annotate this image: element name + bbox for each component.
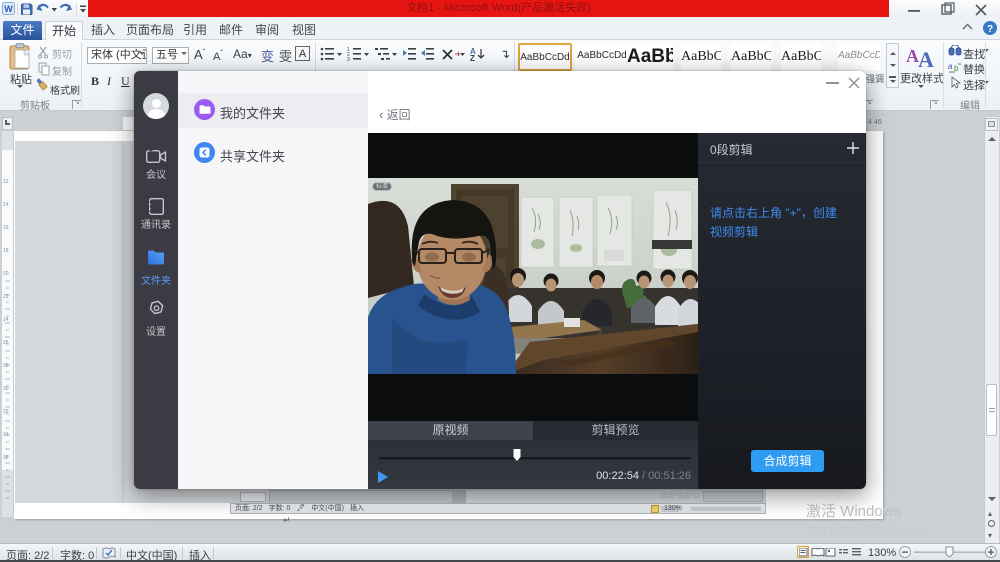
svg-text:3: 3	[347, 57, 350, 62]
svg-text:W: W	[4, 4, 13, 14]
svg-text:↴: ↴	[500, 47, 510, 61]
svg-text:?: ?	[987, 24, 993, 35]
svg-text:a: a	[948, 62, 953, 71]
svg-text:A: A	[918, 47, 934, 68]
svg-text:Z: Z	[470, 54, 475, 62]
